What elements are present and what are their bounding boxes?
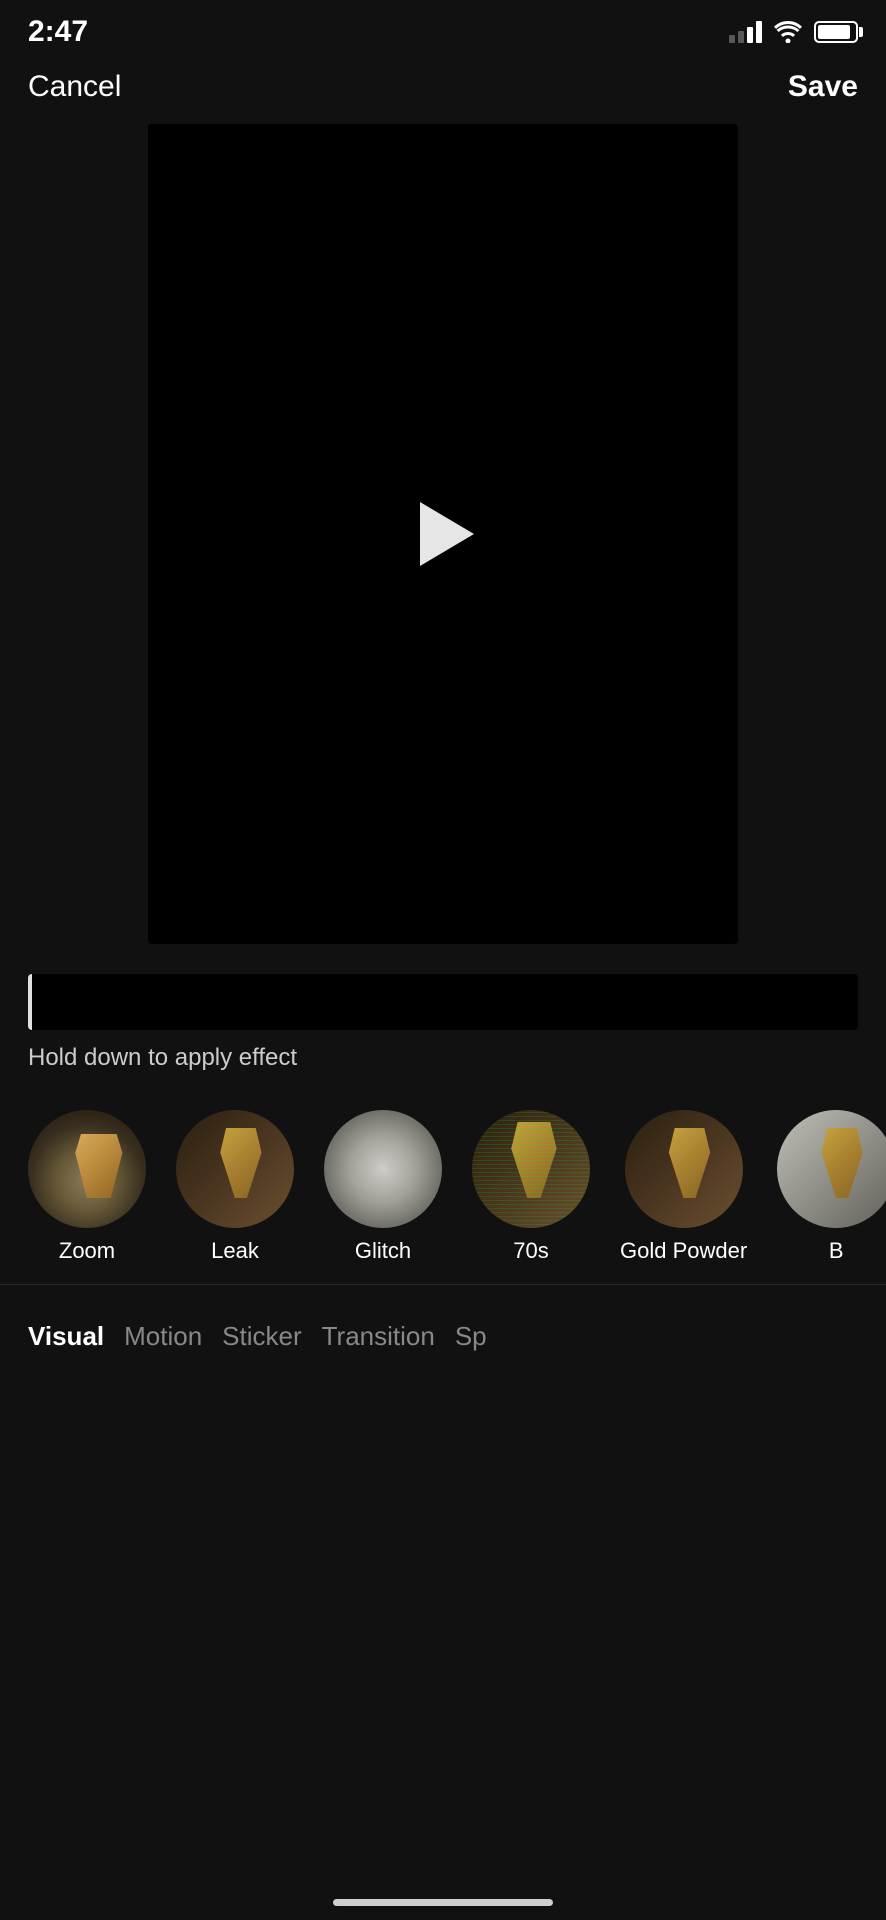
status-time: 2:47 — [28, 15, 88, 49]
effect-label-partial: B — [829, 1238, 844, 1264]
effect-label-zoom: Zoom — [59, 1238, 115, 1264]
video-container — [0, 124, 886, 944]
cancel-button[interactable]: Cancel — [28, 70, 121, 104]
effect-item-gold-powder[interactable]: Gold Powder — [620, 1110, 747, 1264]
home-indicator — [333, 1899, 553, 1906]
tab-transition[interactable]: Transition — [322, 1313, 455, 1360]
effect-label-leak: Leak — [211, 1238, 259, 1264]
play-icon — [420, 502, 474, 566]
effect-label-glitch: Glitch — [355, 1238, 411, 1264]
effect-thumb-leak — [176, 1110, 294, 1228]
effect-thumb-70s — [472, 1110, 590, 1228]
timeline-section: Hold down to apply effect — [0, 944, 886, 1082]
effect-item-glitch[interactable]: Glitch — [324, 1110, 442, 1264]
effect-item-zoom[interactable]: Zoom — [28, 1110, 146, 1264]
play-button[interactable] — [411, 502, 475, 566]
wifi-icon — [774, 21, 802, 43]
battery-icon — [814, 21, 858, 43]
signal-icon — [729, 21, 762, 43]
tab-sticker[interactable]: Sticker — [222, 1313, 321, 1360]
effect-thumb-glitch — [324, 1110, 442, 1228]
video-player[interactable] — [148, 124, 738, 944]
effect-item-partial[interactable]: B — [777, 1110, 886, 1264]
effects-row: Zoom Leak Glitch 70s Gold Powder B — [0, 1082, 886, 1274]
tab-sp[interactable]: Sp — [455, 1313, 507, 1360]
effect-label-70s: 70s — [513, 1238, 548, 1264]
effect-thumb-gold-powder — [625, 1110, 743, 1228]
effect-thumb-zoom — [28, 1110, 146, 1228]
save-button[interactable]: Save — [788, 70, 858, 104]
effect-label-gold-powder: Gold Powder — [620, 1238, 747, 1264]
effect-item-70s[interactable]: 70s — [472, 1110, 590, 1264]
tab-visual[interactable]: Visual — [28, 1313, 124, 1360]
status-icons — [729, 21, 858, 43]
effect-thumb-partial — [777, 1110, 886, 1228]
timeline-bar[interactable] — [28, 974, 858, 1030]
status-bar: 2:47 — [0, 0, 886, 60]
hold-text: Hold down to apply effect — [28, 1044, 858, 1072]
top-nav: Cancel Save — [0, 60, 886, 124]
tab-motion[interactable]: Motion — [124, 1313, 222, 1360]
effect-item-leak[interactable]: Leak — [176, 1110, 294, 1264]
category-tabs: Visual Motion Sticker Transition Sp — [0, 1284, 886, 1380]
